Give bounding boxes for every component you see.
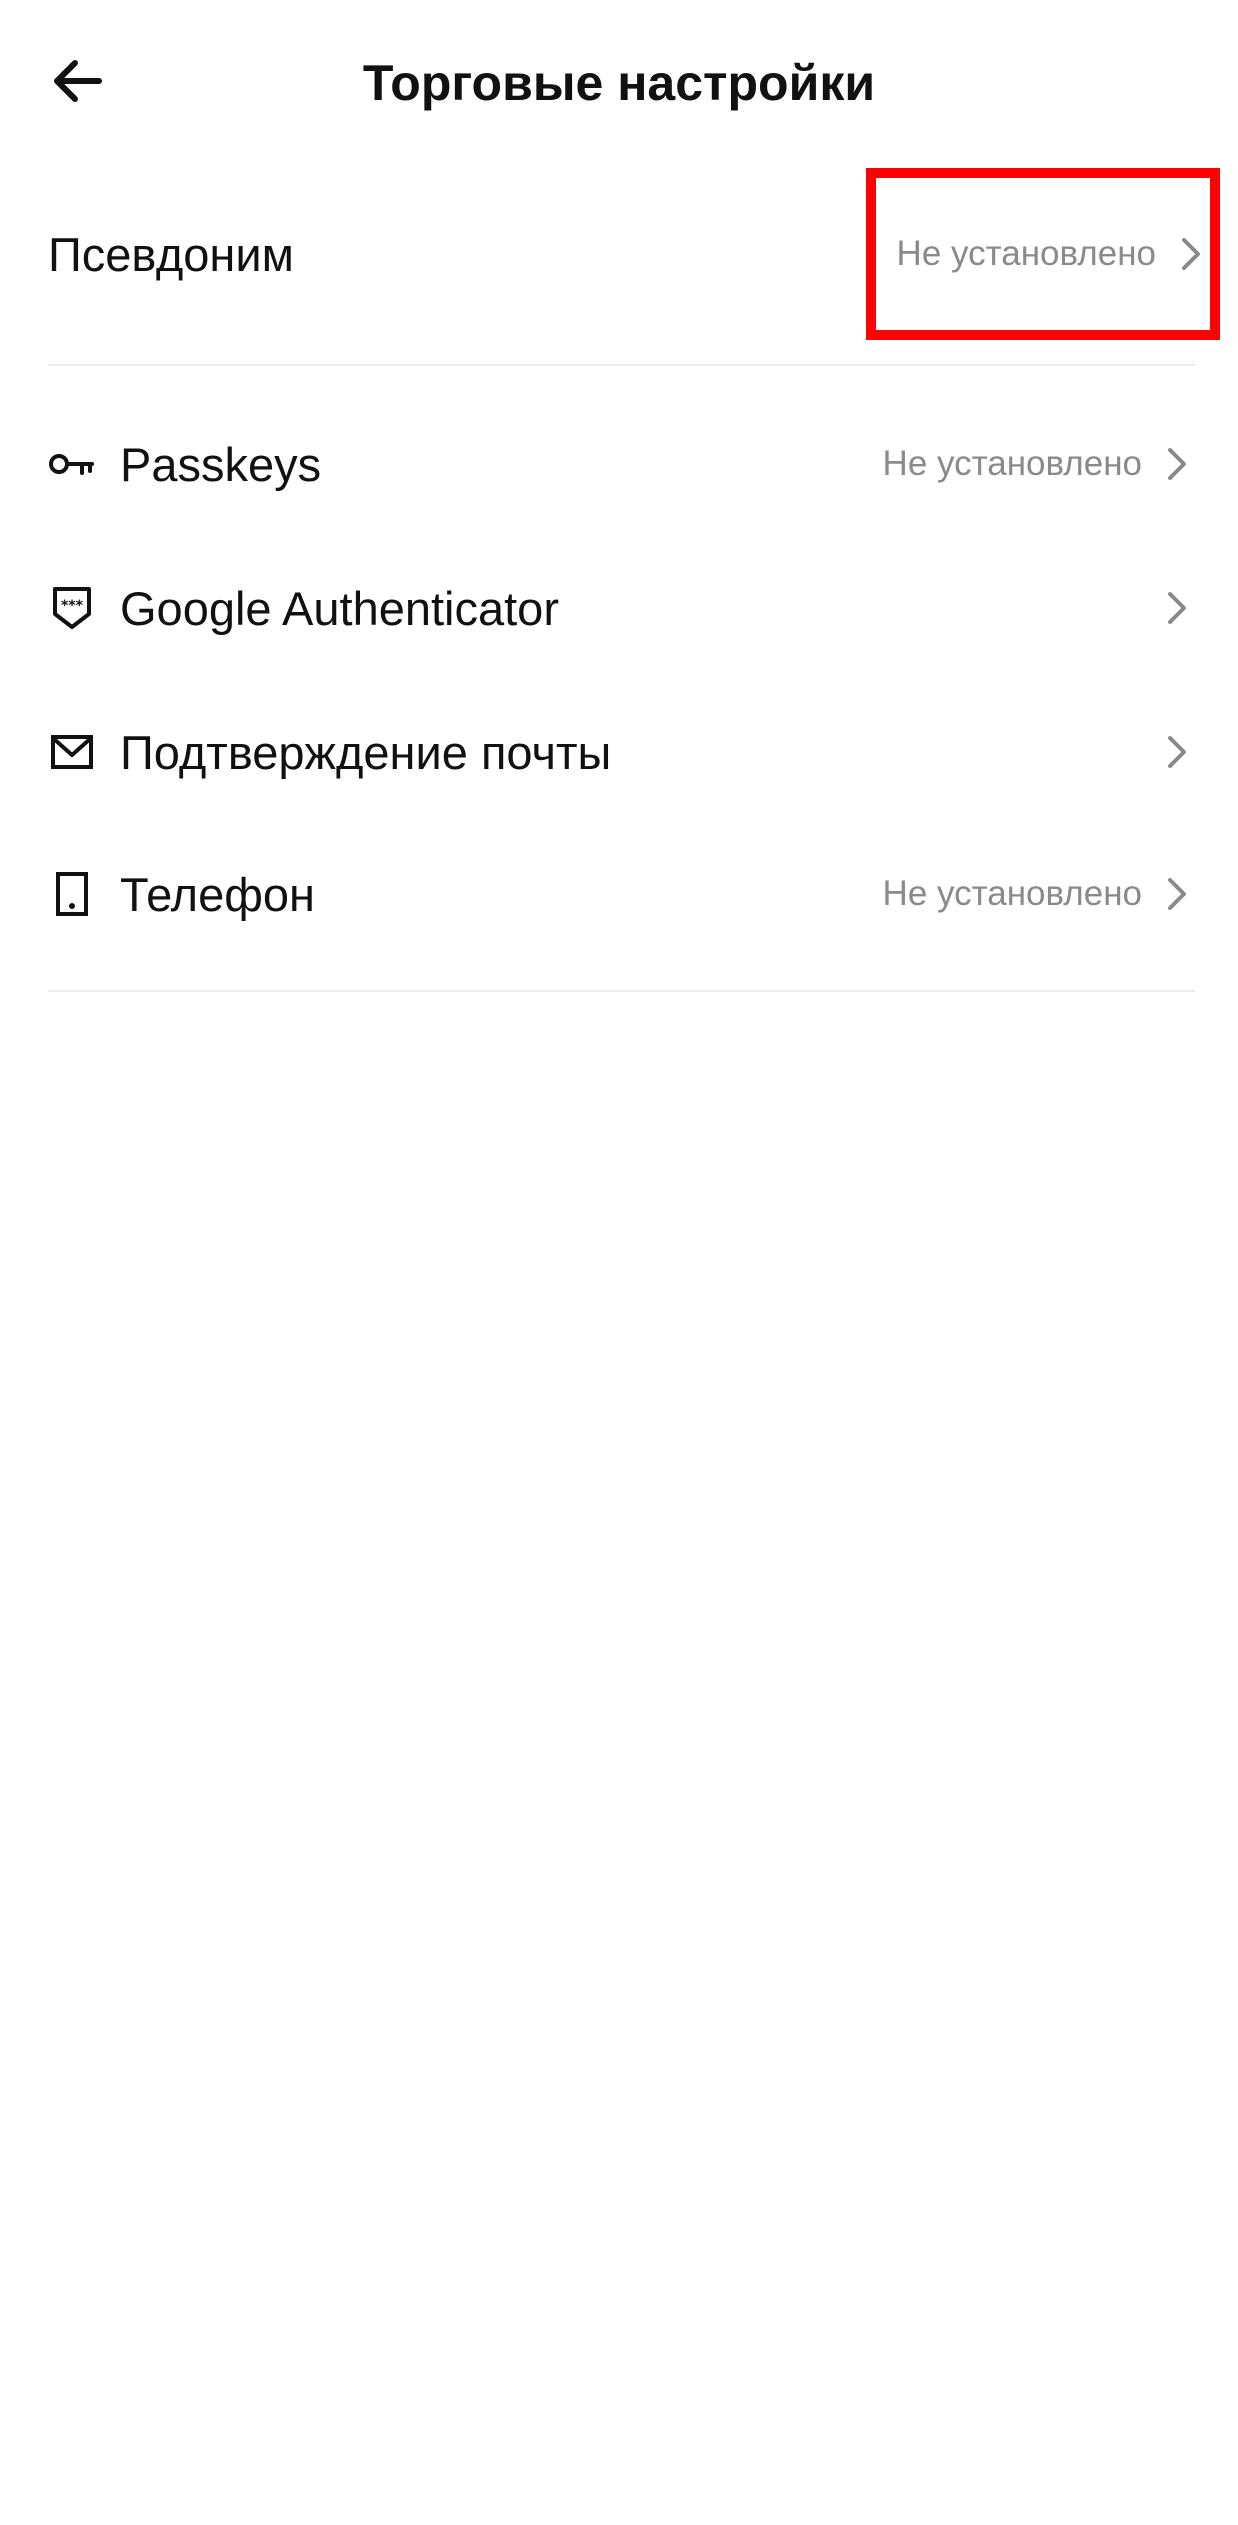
list-item-google-authenticator[interactable]: *** Google Authenticator (48, 562, 1190, 654)
list-item-passkeys[interactable]: Passkeys Не установлено (48, 418, 1190, 510)
divider (48, 990, 1195, 992)
list-item-label: Подтверждение почты (120, 725, 612, 779)
list-item-email-confirmation[interactable]: Подтверждение почты (48, 706, 1190, 798)
shield-icon: *** (48, 584, 96, 632)
chevron-right-icon (1164, 874, 1190, 914)
list-item-phone[interactable]: Телефон Не установлено (48, 848, 1190, 940)
page-title: Торговые настройки (362, 55, 876, 111)
divider (48, 364, 1195, 366)
nickname-label: Псевдоним (48, 227, 294, 281)
key-icon (48, 440, 96, 488)
highlight-box (866, 168, 1220, 340)
list-item-value: Не установлено (882, 444, 1142, 483)
list-item-label: Passkeys (120, 437, 322, 491)
chevron-right-icon (1164, 444, 1190, 484)
list-item-label: Google Authenticator (120, 581, 559, 635)
phone-icon (48, 870, 96, 918)
header-bar: Торговые настройки (0, 0, 1238, 165)
chevron-right-icon (1164, 588, 1190, 628)
list-item-label: Телефон (120, 867, 315, 921)
chevron-right-icon (1164, 732, 1190, 772)
svg-text:***: *** (61, 598, 84, 614)
mail-icon (48, 728, 96, 776)
list-item-value: Не установлено (882, 874, 1142, 913)
